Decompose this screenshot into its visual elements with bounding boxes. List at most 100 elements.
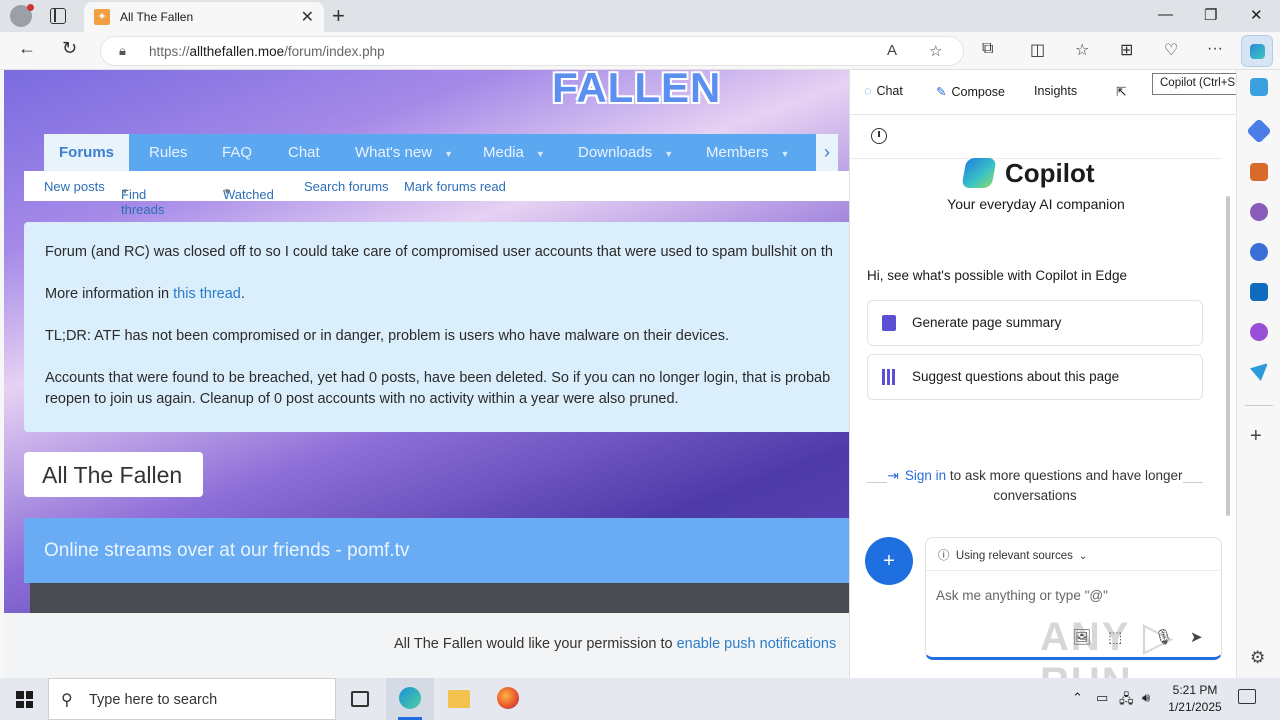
profile-avatar[interactable]	[10, 4, 34, 27]
tab-insights[interactable]: Insights	[1034, 84, 1077, 98]
copilot-tagline: Your everyday AI companion	[947, 196, 1125, 212]
this-thread-link[interactable]: this thread	[173, 286, 241, 302]
tab-rules[interactable]: Rules	[149, 144, 187, 161]
new-topic-button[interactable]: +	[865, 537, 913, 585]
document-icon	[882, 315, 896, 331]
site-notice: Forum (and RC) was closed off to so I co…	[24, 222, 849, 432]
new-posts-link[interactable]: New posts	[44, 179, 105, 194]
notifications-icon[interactable]	[1238, 689, 1256, 704]
split-screen-icon[interactable]: ◫	[1030, 40, 1045, 60]
signin-prompt: ⇥ Sign in to ask more questions and have …	[887, 468, 1183, 503]
tab-downloads[interactable]: Downloads ▼	[578, 144, 673, 161]
network-icon[interactable]: 🖧︎	[1119, 690, 1134, 712]
compose-icon: ✎	[936, 85, 947, 99]
close-tab-icon[interactable]: ✕	[301, 7, 314, 27]
outlook-icon[interactable]	[1250, 283, 1268, 301]
sign-in-link[interactable]: Sign in	[905, 468, 946, 483]
open-in-new-icon[interactable]: ⇱	[1116, 84, 1126, 99]
shopping-tag-icon[interactable]	[1246, 118, 1272, 144]
close-window-icon[interactable]: ✕	[1250, 6, 1263, 24]
notice-paragraph: Accounts that were found to be breached,…	[45, 370, 831, 407]
search-placeholder: Type here to search	[89, 692, 218, 708]
enable-push-link[interactable]: enable push notifications	[677, 636, 837, 652]
microsoft-365-icon[interactable]	[1250, 243, 1268, 261]
collections-icon[interactable]: ⊞	[1120, 40, 1133, 60]
copilot-intro: Hi, see what's possible with Copilot in …	[867, 268, 1127, 283]
favorite-star-icon[interactable]: ☆	[929, 42, 942, 60]
copilot-pane: ◌ Chat ✎ Compose Insights ⇱ Copilot Your e…	[849, 70, 1236, 678]
refresh-icon[interactable]: ↻	[62, 38, 77, 59]
browser-tab[interactable]: ✦ All The Fallen ✕	[84, 2, 324, 32]
edge-taskbar-icon[interactable]	[386, 678, 434, 720]
title-bar: ✦ All The Fallen ✕ + — ❐ ✕	[0, 0, 1280, 32]
site-nav-tabs: Forums Rules FAQ Chat What's new ▼ Media ▼…	[44, 134, 838, 171]
site-logo[interactable]: FALLEN	[552, 70, 721, 112]
tab-chat[interactable]: Chat	[288, 144, 320, 161]
minimize-icon[interactable]: —	[1158, 6, 1173, 23]
edge-sidebar: + ⚙	[1236, 70, 1280, 678]
page-title: All The Fallen	[24, 452, 203, 497]
chat-icon: ◌	[864, 84, 872, 98]
nav-scroll-right-icon[interactable]: ›	[816, 134, 838, 171]
more-menu-icon[interactable]: ···	[1207, 40, 1223, 58]
start-windows-icon[interactable]	[16, 691, 33, 708]
divider	[926, 570, 1221, 571]
designer-icon[interactable]	[1250, 323, 1268, 341]
clock[interactable]: 5:21 PM 1/21/2025	[1163, 682, 1227, 716]
new-tab-button[interactable]: +	[332, 3, 345, 29]
browser-essentials-icon[interactable]: ♡	[1164, 40, 1178, 60]
add-sidebar-app-icon[interactable]: +	[1250, 425, 1262, 448]
ask-input[interactable]	[936, 588, 1136, 603]
scrollbar[interactable]	[1226, 196, 1230, 516]
chevron-down-icon: ⌄	[1078, 551, 1088, 562]
sidebar-search-icon[interactable]	[1250, 78, 1268, 96]
divider	[1245, 405, 1273, 406]
read-aloud-icon[interactable]: A	[887, 42, 897, 59]
tab-forums[interactable]: Forums	[44, 134, 130, 171]
firefox-icon[interactable]	[484, 678, 532, 720]
file-explorer-icon[interactable]	[435, 678, 483, 720]
clock-date: 1/21/2025	[1168, 700, 1222, 714]
site-favicon-icon: ✦	[94, 9, 110, 25]
search-forums-link[interactable]: Search forums	[304, 179, 389, 194]
notice-paragraph: Forum (and RC) was closed off to so I co…	[45, 244, 833, 260]
tab-whats-new[interactable]: What's new ▼	[355, 144, 453, 161]
mark-forums-read-link[interactable]: Mark forums read	[404, 179, 506, 194]
url-text[interactable]: https://allthefallen.moe/forum/index.php	[149, 44, 385, 59]
sign-in-icon: ⇥	[887, 468, 899, 483]
generate-summary-button[interactable]: Generate page summary	[867, 300, 1203, 346]
navigation-bar: ← ↻ 🔒︎ https://allthefallen.moe/forum/in…	[0, 32, 1280, 70]
sources-dropdown[interactable]: ⓘ Using relevant sources ⌄	[938, 547, 1087, 563]
games-icon[interactable]	[1250, 203, 1268, 221]
volume-icon[interactable]: 🔊︎	[1142, 690, 1150, 706]
web-page: FALLEN Forums Rules FAQ Chat What's new ▼…	[4, 70, 849, 678]
tray-chevron-up-icon[interactable]: ⌃	[1072, 690, 1083, 706]
tab-members[interactable]: Members ▼	[706, 144, 789, 161]
restore-icon[interactable]: ❐	[1204, 6, 1217, 24]
copilot-brand: Copilot	[1005, 158, 1095, 188]
copilot-logo-icon	[961, 158, 997, 188]
copilot-toolbar-button[interactable]	[1241, 35, 1273, 67]
suggest-questions-button[interactable]: Suggest questions about this page	[867, 354, 1203, 400]
tab-faq[interactable]: FAQ	[222, 144, 252, 161]
info-icon: ⓘ	[938, 550, 950, 562]
lock-icon[interactable]: 🔒︎	[119, 43, 126, 59]
tab-actions-icon[interactable]	[50, 8, 66, 24]
search-icon: ⚲	[61, 692, 73, 709]
drop-icon[interactable]	[1250, 363, 1268, 381]
history-icon[interactable]	[871, 128, 887, 144]
address-bar[interactable]: 🔒︎ https://allthefallen.moe/forum/index.…	[100, 36, 964, 66]
tools-briefcase-icon[interactable]	[1250, 163, 1268, 181]
favorites-icon[interactable]: ☆	[1075, 40, 1089, 60]
notice-paragraph: More information in this thread.	[45, 286, 245, 302]
tab-chat-copilot[interactable]: ◌ Chat	[864, 84, 903, 98]
tray-device-icon[interactable]: ▭	[1096, 690, 1108, 706]
taskbar-search[interactable]: ⚲ Type here to search	[48, 678, 336, 720]
stream-banner[interactable]: Online streams over at our friends - pom…	[24, 518, 849, 583]
extensions-icon[interactable]: ⧉	[982, 40, 993, 58]
tab-media[interactable]: Media ▼	[483, 144, 545, 161]
tab-compose[interactable]: ✎ Compose	[936, 84, 1005, 99]
back-icon[interactable]: ←	[18, 38, 36, 59]
task-view-icon[interactable]	[336, 678, 384, 720]
notice-paragraph: TL;DR: ATF has not been compromised or i…	[45, 328, 729, 344]
